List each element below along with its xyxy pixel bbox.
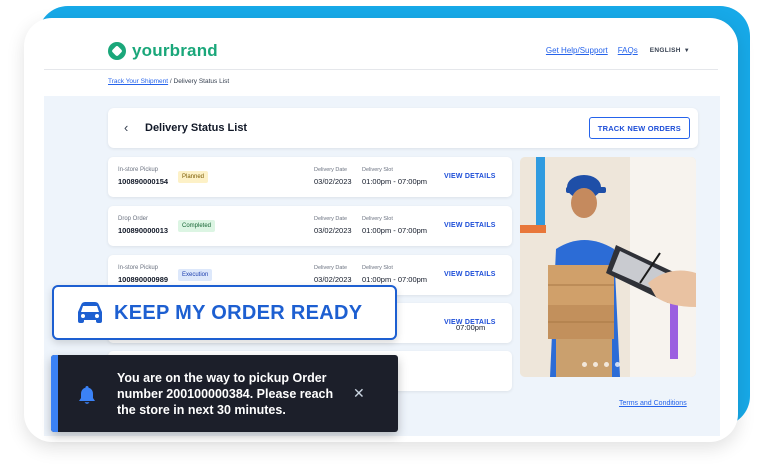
header-divider	[44, 69, 718, 70]
chevron-down-icon: ▼	[683, 48, 690, 54]
order-type: In-store Pickup	[118, 265, 159, 271]
title-card: ‹ Delivery Status List TRACK NEW ORDERS	[108, 108, 698, 148]
breadcrumb-track-link[interactable]: Track Your Shipment	[108, 78, 168, 85]
delivery-date-label: Delivery Date	[314, 167, 348, 173]
status-badge: Planned	[178, 171, 209, 183]
carousel-dot[interactable]	[593, 362, 598, 367]
top-nav: Get Help/Support FAQs ENGLISH ▼	[536, 46, 690, 55]
close-icon[interactable]: ✕	[353, 385, 365, 402]
delivery-date-label: Delivery Date	[314, 265, 348, 271]
delivery-date-label: Delivery Date	[314, 216, 348, 222]
carousel-dot[interactable]	[582, 362, 587, 367]
breadcrumb: Track Your Shipment / Delivery Status Li…	[108, 78, 229, 85]
delivery-date: 03/02/2023	[314, 226, 352, 235]
order-card: Drop Order 100890000013 Completed Delive…	[108, 206, 512, 246]
language-label: ENGLISH	[649, 47, 681, 54]
logo-icon	[108, 42, 126, 60]
language-selector[interactable]: ENGLISH ▼	[650, 47, 690, 54]
order-number: 100890000154	[118, 177, 169, 186]
breadcrumb-separator: /	[169, 78, 172, 85]
header: yourbrand Get Help/Support FAQs ENGLISH ▼	[24, 18, 738, 70]
terms-link[interactable]: Terms and Conditions	[619, 400, 687, 407]
pickup-notification-toast: You are on the way to pickup Order numbe…	[51, 355, 398, 432]
carousel-dot[interactable]	[615, 362, 620, 367]
back-chevron-icon[interactable]: ‹	[124, 120, 128, 135]
order-type: In-store Pickup	[118, 167, 159, 173]
delivery-date: 03/02/2023	[314, 177, 352, 186]
order-number: 100890000989	[118, 275, 169, 284]
toast-accent-bar	[51, 355, 58, 432]
faqs-link[interactable]: FAQs	[618, 46, 638, 55]
car-icon	[78, 302, 102, 323]
brand-name: yourbrand	[132, 41, 218, 60]
carousel-dot[interactable]	[604, 362, 609, 367]
order-number: 100890000013	[118, 226, 169, 235]
brand-logo[interactable]: yourbrand	[108, 41, 218, 61]
view-details-link[interactable]: VIEW DETAILS	[444, 173, 496, 180]
page-title: Delivery Status List	[145, 122, 248, 134]
view-details-link[interactable]: VIEW DETAILS	[444, 319, 496, 326]
keep-order-ready-label: KEEP MY ORDER READY	[114, 302, 363, 324]
view-details-link[interactable]: VIEW DETAILS	[444, 222, 496, 229]
order-card: In-store Pickup 100890000154 Planned Del…	[108, 157, 512, 197]
delivery-person-image	[520, 157, 696, 377]
toast-message: You are on the way to pickup Order numbe…	[117, 371, 334, 417]
bell-icon	[79, 386, 95, 404]
breadcrumb-current: Delivery Status List	[173, 78, 230, 85]
delivery-slot: 01:00pm - 07:00pm	[362, 226, 428, 235]
status-badge: Completed	[178, 220, 216, 232]
delivery-slot: 01:00pm - 07:00pm	[362, 177, 428, 186]
status-badge: Execution	[178, 269, 213, 281]
delivery-slot-label: Delivery Slot	[362, 216, 393, 222]
carousel-dots[interactable]	[582, 362, 626, 367]
help-link[interactable]: Get Help/Support	[546, 46, 608, 55]
keep-order-ready-button[interactable]: KEEP MY ORDER READY	[52, 285, 397, 340]
order-type: Drop Order	[118, 216, 149, 222]
delivery-slot-label: Delivery Slot	[362, 265, 393, 271]
track-new-orders-button[interactable]: TRACK NEW ORDERS	[588, 117, 690, 139]
delivery-illustration	[520, 157, 696, 377]
delivery-date: 03/02/2023	[314, 275, 352, 284]
view-details-link[interactable]: VIEW DETAILS	[444, 271, 496, 278]
delivery-slot: 01:00pm - 07:00pm	[362, 275, 428, 284]
delivery-slot-label: Delivery Slot	[362, 167, 393, 173]
